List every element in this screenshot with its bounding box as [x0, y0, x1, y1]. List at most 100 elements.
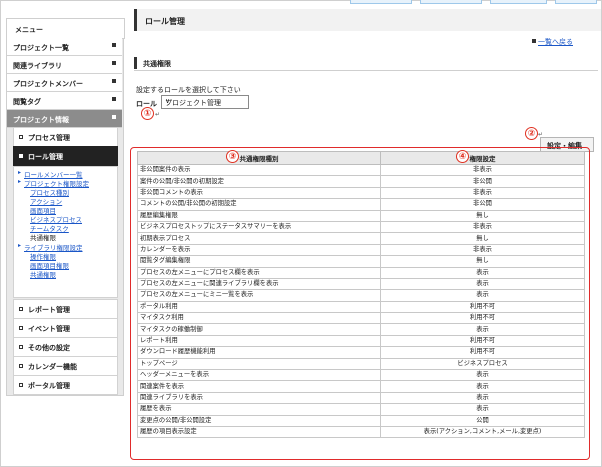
- table-row: ダウンロード履歴機能利用 利用不可: [137, 346, 585, 359]
- permission-type-cell: 変更点の公開/非公開設定: [137, 414, 381, 428]
- permission-type-cell: ダウンロード履歴機能利用: [137, 346, 381, 359]
- square-bullet-icon: [19, 345, 23, 349]
- permission-setting-cell: 非公開: [380, 198, 585, 211]
- table-row: ポータル利用 利用不可: [137, 300, 585, 314]
- permission-setting-cell: 表示: [380, 369, 585, 382]
- permission-type-cell: 初期表示プロセス: [137, 232, 381, 245]
- table-row: プロセスの左メニューにミニ一覧を表示 表示: [137, 289, 585, 302]
- sidebar-header: メニュー: [6, 18, 125, 39]
- table-row: ヘッダーメニューを表示 表示: [137, 369, 585, 382]
- table-row: 案件の公開/非公開の初期設定 非公開: [137, 175, 585, 188]
- annotation-badge-3: ③: [226, 150, 239, 163]
- sidebar-item-label: プロジェクト一覧: [13, 44, 69, 52]
- permission-type-cell: 履歴編集権限: [137, 209, 381, 222]
- permission-type-cell: プロセスの左メニューにプロセス欄を表示: [137, 266, 381, 279]
- top-tab[interactable]: [420, 0, 482, 4]
- column-header-permission-setting: 権限設定: [380, 151, 585, 165]
- sidebar-item-project-list[interactable]: プロジェクト一覧: [7, 38, 122, 56]
- permission-setting-cell: 非公開: [380, 175, 585, 188]
- role-select[interactable]: プロジェクト管理 ∨: [161, 95, 249, 109]
- sidebar-subitem-report-management[interactable]: レポート管理: [13, 299, 118, 319]
- table-row: トップページ ビジネスプロセス: [137, 357, 585, 371]
- back-to-list-link[interactable]: 一覧へ戻る: [538, 37, 573, 47]
- annotation-badge-1: ①: [141, 107, 154, 120]
- sidebar-item-label: 関連ライブラリ: [13, 62, 62, 70]
- sidebar-subitem-calendar[interactable]: カレンダー機能: [13, 356, 118, 376]
- permission-type-cell: 関連ライブラリを表示: [137, 391, 381, 405]
- permission-type-cell: ヘッダーメニューを表示: [137, 369, 381, 382]
- permission-type-cell: マイタスク利用: [137, 312, 381, 325]
- square-bullet-icon: [19, 326, 23, 330]
- top-tab[interactable]: [350, 0, 412, 4]
- permission-type-cell: 非公開コメントの表示: [137, 186, 381, 200]
- square-bullet-icon: [112, 97, 116, 101]
- sidebar-item-project-member[interactable]: プロジェクトメンバー: [7, 74, 122, 92]
- permission-type-cell: ビジネスプロセストップにステータスサマリーを表示: [137, 220, 381, 234]
- sidebar-subitem-other-settings[interactable]: その他の設定: [13, 337, 118, 357]
- permission-setting-cell: 表示(アクション,コメント,メール,変更点): [380, 425, 585, 439]
- top-tab[interactable]: [555, 0, 597, 4]
- permission-setting-cell: ビジネスプロセス: [380, 357, 585, 371]
- nav-link-library-common-permission[interactable]: 共通権限: [30, 269, 56, 279]
- square-bullet-icon: [112, 61, 116, 65]
- permission-type-cell: 関連案件を表示: [137, 380, 381, 393]
- sidebar-item-project-info[interactable]: プロジェクト情報: [7, 110, 122, 128]
- table-row: 非公開コメントの表示 非表示: [137, 186, 585, 200]
- sidebar-subitem-role-management[interactable]: ロール管理: [13, 146, 118, 166]
- triangle-bullet-icon: ▸: [18, 242, 22, 249]
- subitem-label: イベント管理: [28, 325, 70, 333]
- sidebar-header-label: メニュー: [15, 26, 43, 34]
- permission-setting-cell: 表示: [380, 391, 585, 405]
- nav-current-common-permission: 共通権限: [30, 234, 56, 242]
- sidebar-subitem-portal-management[interactable]: ポータル管理: [13, 375, 118, 395]
- permission-type-cell: プロセスの左メニューに関連ライブラリ欄を表示: [137, 277, 381, 291]
- triangle-bullet-icon: ▸: [18, 178, 22, 185]
- sidebar-subitem-process-management[interactable]: プロセス管理: [13, 127, 118, 147]
- square-bullet-icon: [19, 154, 23, 158]
- table-row: 関連案件を表示 表示: [137, 380, 585, 393]
- sidebar-subitem-event-management[interactable]: イベント管理: [13, 318, 118, 338]
- permission-setting-cell: 非表示: [380, 186, 585, 200]
- permission-setting-cell: 利用不可: [380, 334, 585, 348]
- table-row: マイタスク利用 利用不可: [137, 312, 585, 325]
- section-header: 共通権限: [134, 57, 598, 71]
- permission-setting-cell: 利用不可: [380, 312, 585, 325]
- square-bullet-icon: [112, 79, 116, 83]
- square-bullet-icon: [112, 115, 116, 119]
- permission-type-cell: 閲覧タグ編集権限: [137, 255, 381, 268]
- permission-setting-cell: 利用不可: [380, 346, 585, 359]
- permission-type-cell: レポート利用: [137, 334, 381, 348]
- sidebar-item-related-library[interactable]: 関連ライブラリ: [7, 56, 122, 74]
- permission-setting-cell: 無し: [380, 232, 585, 245]
- square-bullet-icon: [19, 135, 23, 139]
- permission-setting-cell: 表示: [380, 403, 585, 416]
- permission-type-cell: 履歴を表示: [137, 403, 381, 416]
- table-row: 変更点の公開/非公開設定 公開: [137, 414, 585, 428]
- section-title: 共通権限: [143, 60, 171, 68]
- square-bullet-icon: [19, 364, 23, 368]
- table-row: 履歴の項目表示設定 表示(アクション,コメント,メール,変更点): [137, 425, 585, 439]
- table-row: レポート利用 利用不可: [137, 334, 585, 348]
- sidebar-item-view-tag[interactable]: 閲覧タグ: [7, 92, 122, 110]
- permission-type-cell: 非公開案件の表示: [137, 163, 381, 177]
- subitem-label: その他の設定: [28, 344, 70, 352]
- table-row: カレンダーを表示 非表示: [137, 243, 585, 257]
- page-title-bar: ロール管理: [134, 9, 601, 31]
- table-row: 関連ライブラリを表示 表示: [137, 391, 585, 405]
- annotation-badge-4: ④: [456, 150, 469, 163]
- top-tab[interactable]: [490, 0, 547, 4]
- permission-type-cell: ポータル利用: [137, 300, 381, 314]
- permission-setting-cell: 非表示: [380, 220, 585, 234]
- permission-type-cell: トップページ: [137, 357, 381, 371]
- permission-setting-cell: 公開: [380, 414, 585, 428]
- sidebar-item-label: 閲覧タグ: [13, 98, 41, 106]
- sidebar-item-label: プロジェクトメンバー: [13, 80, 83, 88]
- permission-type-cell: プロセスの左メニューにミニ一覧を表示: [137, 289, 381, 302]
- section-bar: [134, 57, 137, 69]
- subitem-label: ポータル管理: [28, 382, 70, 390]
- subitem-label: レポート管理: [28, 306, 70, 314]
- table-row: 閲覧タグ編集権限 無し: [137, 255, 585, 268]
- permission-setting-cell: 無し: [380, 209, 585, 222]
- square-bullet-icon: [532, 39, 536, 43]
- permission-setting-cell: 表示: [380, 277, 585, 291]
